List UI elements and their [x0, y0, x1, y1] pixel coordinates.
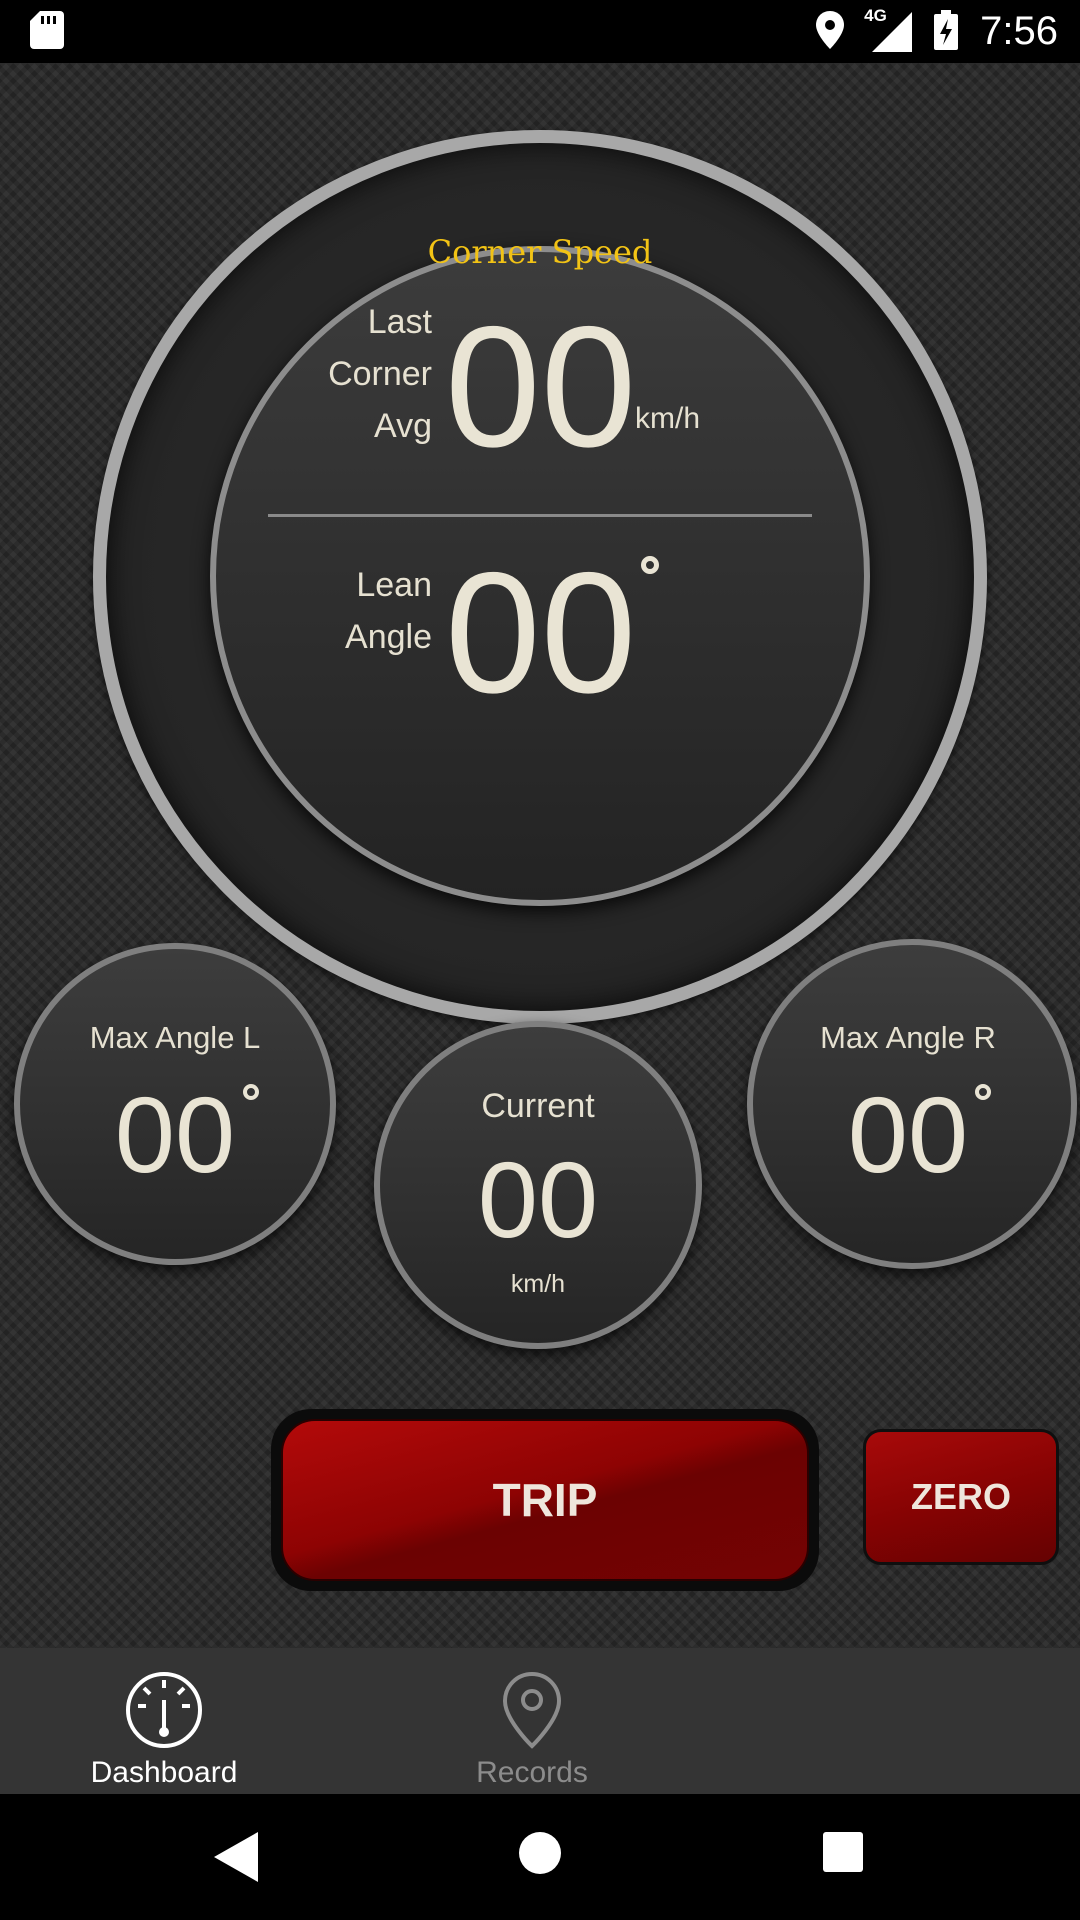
- zero-button[interactable]: ZERO: [863, 1429, 1059, 1565]
- current-speed-unit: km/h: [510, 1270, 566, 1298]
- recents-icon[interactable]: [823, 1832, 863, 1876]
- map-pin-icon: [500, 1670, 564, 1754]
- corner-speed-title: Corner Speed: [427, 233, 653, 271]
- battery-charging-icon: [934, 9, 959, 54]
- system-nav-bar: [0, 1794, 1080, 1920]
- lean-angle-label: Lean Angle: [345, 566, 432, 656]
- max-angle-right-degree-icon: [975, 1084, 991, 1100]
- nav-item-records[interactable]: Records: [392, 1648, 672, 1794]
- network-type-label: 4G: [864, 5, 887, 25]
- back-icon[interactable]: [214, 1832, 258, 1886]
- status-time: 7:56: [980, 9, 1058, 53]
- max-angle-right-label: Max Angle R: [820, 1020, 996, 1055]
- location-icon: [816, 10, 845, 53]
- current-speed-label: Current: [481, 1087, 595, 1125]
- lean-angle-value: 00: [445, 537, 637, 729]
- nav-label-dashboard: Dashboard: [90, 1756, 238, 1789]
- gauge-divider: [268, 514, 812, 517]
- max-angle-left-label: Max Angle L: [89, 1020, 261, 1055]
- gauge-icon: [124, 1670, 204, 1754]
- status-bar: 4G 7:56: [0, 0, 1080, 63]
- lean-angle-degree-icon: [641, 556, 659, 574]
- dashboard-main: Corner Speed Last Corner Avg 00 km/h Lea…: [0, 63, 1080, 1648]
- current-speed-value: 00: [477, 1139, 599, 1260]
- max-angle-left-value: 00: [114, 1074, 236, 1195]
- max-angle-left-degree-icon: [243, 1084, 259, 1100]
- trip-button[interactable]: TRIP: [281, 1419, 809, 1581]
- last-corner-avg-value: 00: [445, 291, 637, 483]
- last-corner-avg-label: Last Corner Avg: [328, 303, 432, 445]
- max-angle-right-value: 00: [847, 1074, 969, 1195]
- nav-label-records: Records: [476, 1756, 588, 1789]
- cell-signal-icon: 4G: [864, 6, 913, 52]
- bottom-nav: Dashboard Records: [0, 1648, 1080, 1794]
- home-icon[interactable]: [518, 1831, 562, 1879]
- nav-item-dashboard[interactable]: Dashboard: [24, 1648, 304, 1794]
- last-corner-avg-unit: km/h: [635, 402, 701, 435]
- trip-button-frame: TRIP: [271, 1409, 819, 1591]
- sd-card-icon: [30, 10, 64, 53]
